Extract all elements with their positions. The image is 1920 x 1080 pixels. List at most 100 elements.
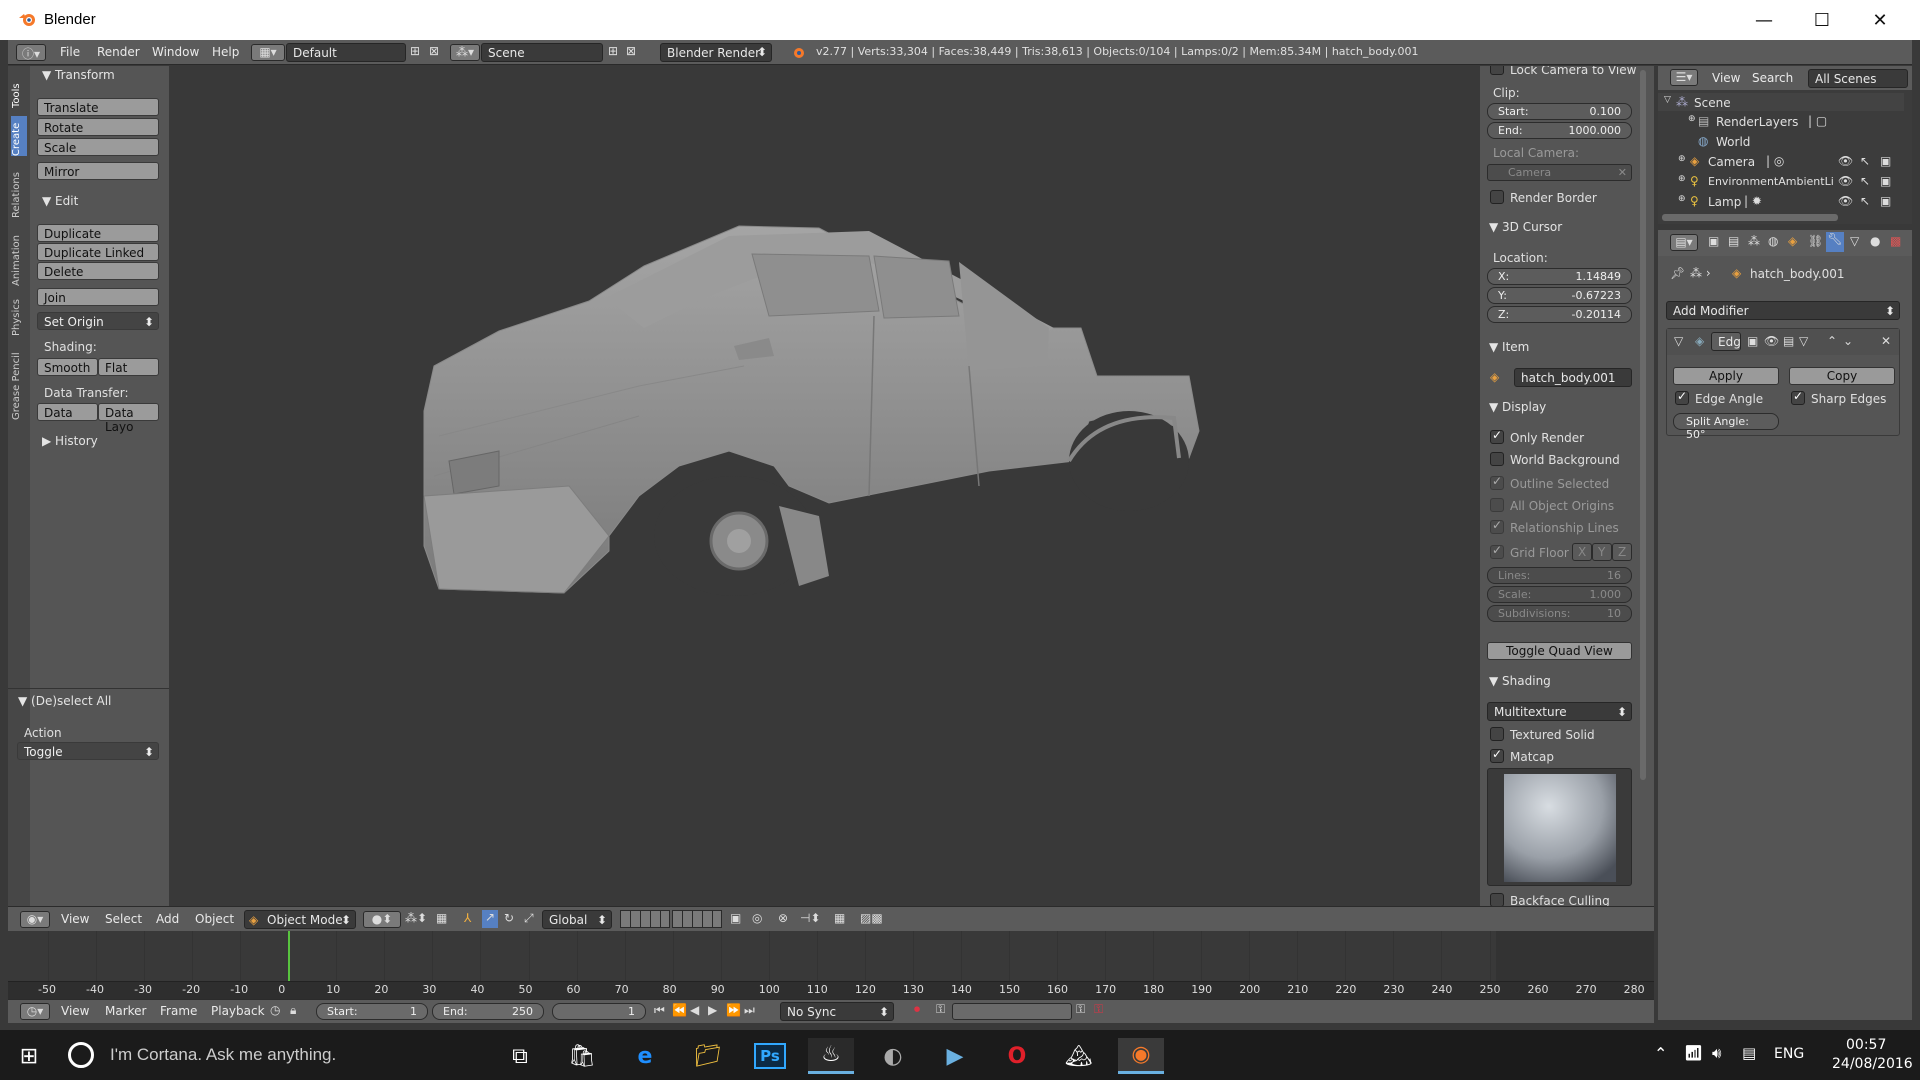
expand-icon[interactable]: ⊕ [1678,154,1686,164]
select-arrow-icon[interactable]: ↖ [1860,194,1870,208]
render-toggle-icon[interactable]: ▤ [1783,334,1794,348]
sync-mode-select[interactable]: No Sync ⬍ [780,1002,894,1021]
render-tab-icon[interactable]: ▣ [1708,234,1719,248]
current-frame-field[interactable]: 1 [552,1003,646,1020]
flat-button[interactable]: Flat [98,358,159,376]
outliner-row[interactable]: ⊕ ◈ Camera | ◎ 👁︎ ↖ ▣ [1658,152,1904,170]
outliner-display-select[interactable]: All Scenes [1808,69,1908,88]
delete-keyframe-icon[interactable]: ⚿ [1094,1002,1103,1017]
scale-manipulator-icon[interactable]: ⤢ [524,911,534,926]
translate-button[interactable]: Translate [37,98,159,116]
car-body-model[interactable] [169,66,1480,906]
menu-file[interactable]: File [60,45,80,59]
render-camera-icon[interactable]: ▣ [1880,154,1891,168]
render-camera-icon[interactable]: ▣ [1880,194,1891,208]
local-camera-field[interactable]: Camera ✕ [1487,164,1632,181]
tab-grease-pencil[interactable]: Grease Pencil [11,344,27,420]
screen-layout-icon[interactable]: ▦▾ [251,44,285,61]
editmode-toggle-icon[interactable]: ▣ [1747,334,1758,348]
play-icon[interactable]: ▶ [708,1003,717,1017]
info-editor-type-icon[interactable]: ⓘ▾ [16,44,46,61]
split-angle-field[interactable]: Split Angle: 50° [1673,413,1779,441]
modifiers-tab-icon[interactable]: 🔧︎ [1826,232,1844,252]
modifier-name-field[interactable]: Edg [1711,332,1741,351]
snap-target-icon[interactable]: ▦ [834,911,845,925]
select-arrow-icon[interactable]: ↖ [1860,154,1870,168]
tab-tools[interactable]: Tools [11,74,27,108]
lock-camera-checkbox[interactable] [1490,66,1504,75]
move-up-icon[interactable]: ⌃ [1827,334,1837,348]
data-layout-button[interactable]: Data Layo [98,403,159,434]
set-origin-menu[interactable]: Set Origin ⬍ [37,312,159,330]
timeline[interactable]: -50 -40 -30 -20 -10 0 10 20 30 40 50 60 70 80 90 100 110… [8,931,1654,999]
viewport-shading-icon[interactable]: ●⬍ [363,911,401,928]
grid-axis-x-toggle[interactable]: X [1572,543,1592,561]
edge-angle-checkbox[interactable] [1675,389,1689,405]
delete-button[interactable]: Delete [37,262,159,280]
add-modifier-menu[interactable]: Add Modifier ⬍ [1666,301,1900,320]
grid-floor-checkbox[interactable] [1490,543,1504,559]
timeline-current-frame-cursor[interactable] [288,931,291,981]
grid-scale-field[interactable]: Scale: 1.000 [1487,586,1632,603]
cortana-icon[interactable] [68,1042,94,1068]
copy-button[interactable]: Copy [1789,367,1895,385]
join-button[interactable]: Join [37,288,159,306]
toggle-quad-view-button[interactable]: Toggle Quad View [1487,642,1632,660]
photoshop-icon[interactable]: Ps [747,1038,793,1074]
scene-field[interactable]: Scene [481,43,603,62]
lock-time-icon[interactable]: 🔒︎ [290,1003,296,1018]
tab-physics[interactable]: Physics [11,292,27,336]
constraints-tab-icon[interactable]: ⛓ [1808,234,1823,248]
pin-icon[interactable]: 📌︎ [1670,266,1685,280]
view3d-editor-type-icon[interactable]: ◉▾ [20,911,50,928]
collapse-modifier-icon[interactable]: ▽ [1674,334,1683,348]
data-button[interactable]: Data [37,403,98,421]
operator-panel-header[interactable]: ▼ (De)select All [18,694,111,708]
add-scene-icon[interactable]: ⊞ [608,44,618,58]
jump-start-icon[interactable]: ⏮ [654,1003,665,1018]
proportional-edit-icon[interactable]: ◎ [752,911,762,925]
record-icon[interactable]: ⏺ [914,1002,920,1017]
matcap-preview[interactable] [1487,768,1632,886]
backface-culling-checkbox[interactable] [1490,893,1504,906]
render-border-checkbox[interactable] [1490,190,1504,204]
expand-icon[interactable]: ⊕ [1688,114,1696,124]
show-hidden-icons-icon[interactable]: ⌃ [1654,1044,1667,1063]
relationship-lines-checkbox[interactable] [1490,518,1504,534]
material-tab-icon[interactable]: ● [1870,234,1880,248]
outliner-row[interactable]: ▽ ⁂ Scene [1658,93,1904,111]
end-frame-field[interactable]: End: 250 [432,1003,544,1020]
photos-icon[interactable]: 🏔︎ [1056,1038,1102,1074]
grid-axis-y-toggle[interactable]: Y [1592,543,1612,561]
grid-subdivisions-field[interactable]: Subdivisions: 10 [1487,605,1632,622]
properties-editor-type-icon[interactable]: ▤▾ [1670,234,1698,251]
remove-layout-icon[interactable]: ⊠ [429,44,439,58]
menu-window[interactable]: Window [152,45,199,59]
task-view-icon[interactable]: ⧉ [497,1038,543,1074]
move-down-icon[interactable]: ⌄ [1843,334,1853,348]
translate-manipulator-icon[interactable]: ↗ [482,910,498,928]
grid-axis-z-toggle[interactable]: Z [1612,543,1632,561]
file-explorer-icon[interactable]: 📁︎ [685,1038,731,1074]
view3d-menu-add[interactable]: Add [156,912,179,926]
outline-selected-checkbox[interactable] [1490,474,1504,490]
outliner-row[interactable]: ⊕ ♀ EnvironmentAmbientLi 👁︎ ↖ ▣ [1658,172,1904,190]
apply-button[interactable]: Apply [1673,367,1779,385]
clear-camera-icon[interactable]: ✕ [1618,166,1627,179]
visibility-eye-icon[interactable]: 👁︎ [1838,174,1853,188]
lock-layers-icon[interactable]: ▣ [730,911,741,925]
object-tab-icon[interactable]: ◈ [1788,234,1797,248]
render-camera-icon[interactable]: ▣ [1880,174,1891,188]
3d-viewport[interactable] [169,66,1480,906]
world-background-checkbox[interactable] [1490,452,1504,466]
orientation-select[interactable]: Global ⬍ [542,910,612,929]
clip-start-field[interactable]: Start: 0.100 [1487,103,1632,120]
cage-toggle-icon[interactable]: ▽ [1799,334,1808,348]
volume-icon[interactable]: 🔊︎ [1712,1044,1721,1062]
add-layout-icon[interactable]: ⊞ [410,44,420,58]
blender-taskbar-icon[interactable]: ◉ [1118,1038,1164,1074]
realtime-toggle-icon[interactable]: 👁︎ [1764,334,1779,348]
layer-buttons-2[interactable] [672,910,722,928]
shading-panel-header[interactable]: ▼ Shading [1489,674,1551,688]
cursor-x-field[interactable]: X: 1.14849 [1487,268,1632,285]
